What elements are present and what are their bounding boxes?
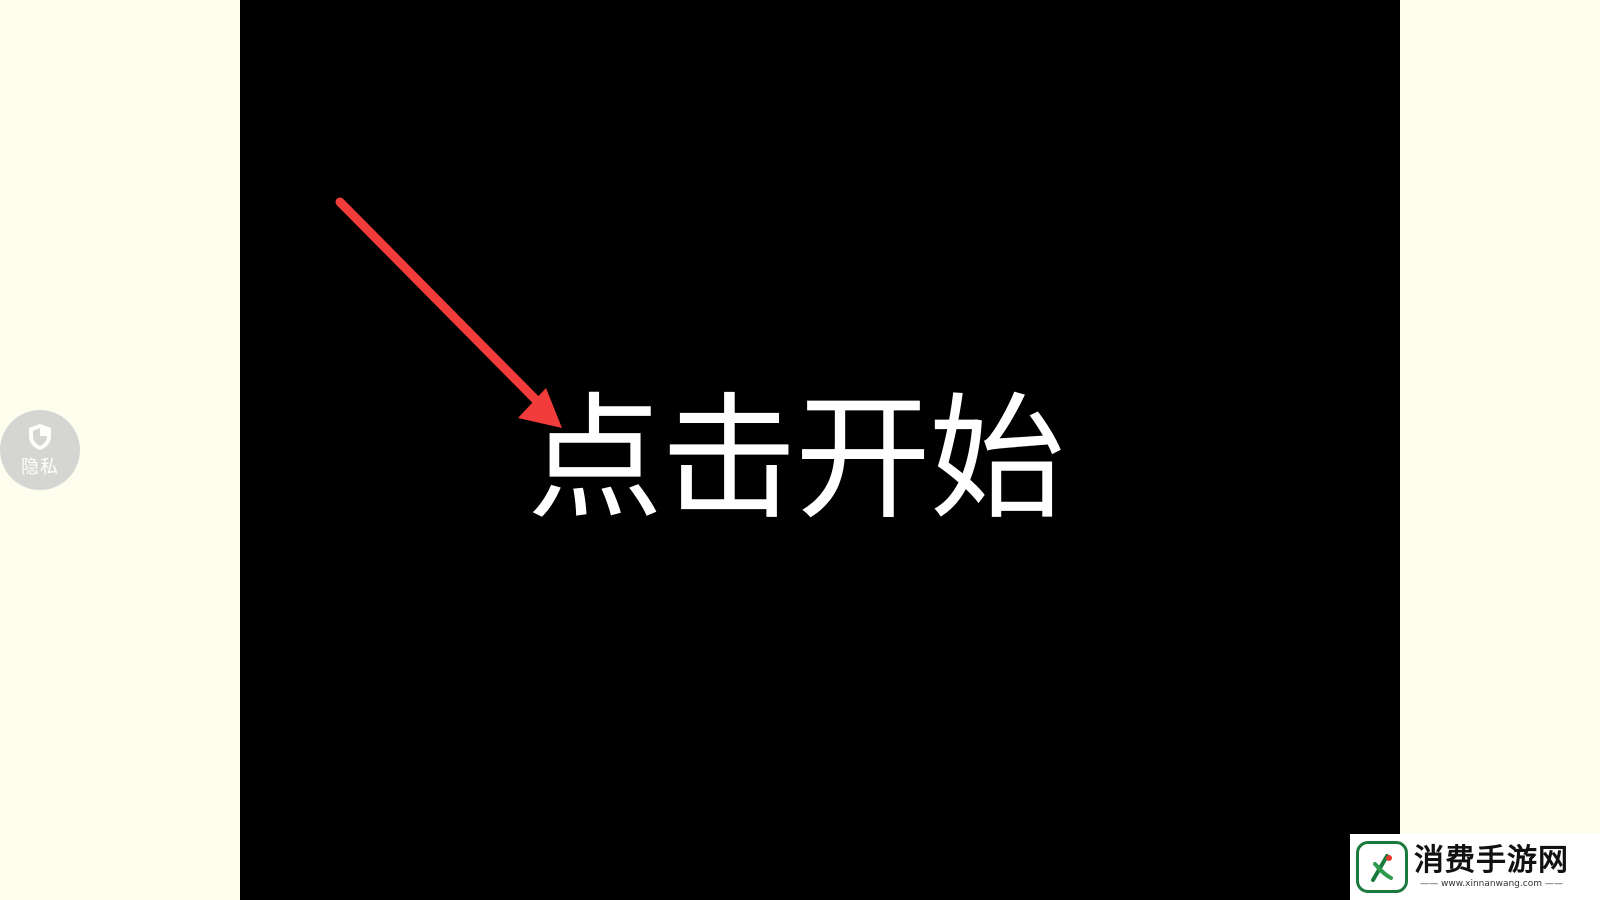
watermark-url: —— www.xinnanwang.com —— bbox=[1420, 878, 1563, 889]
game-screen[interactable]: 点击开始 bbox=[240, 0, 1400, 900]
site-watermark: 消费手游网 —— www.xinnanwang.com —— bbox=[1350, 834, 1600, 900]
privacy-button[interactable]: 隐私 bbox=[0, 410, 80, 490]
watermark-brand: 消费手游网 bbox=[1414, 843, 1569, 879]
tap-to-start-text[interactable]: 点击开始 bbox=[527, 392, 1065, 528]
shield-icon bbox=[29, 423, 51, 450]
brand-logo-icon bbox=[1356, 841, 1408, 893]
right-margin bbox=[1400, 0, 1600, 900]
privacy-label: 隐私 bbox=[21, 456, 59, 478]
